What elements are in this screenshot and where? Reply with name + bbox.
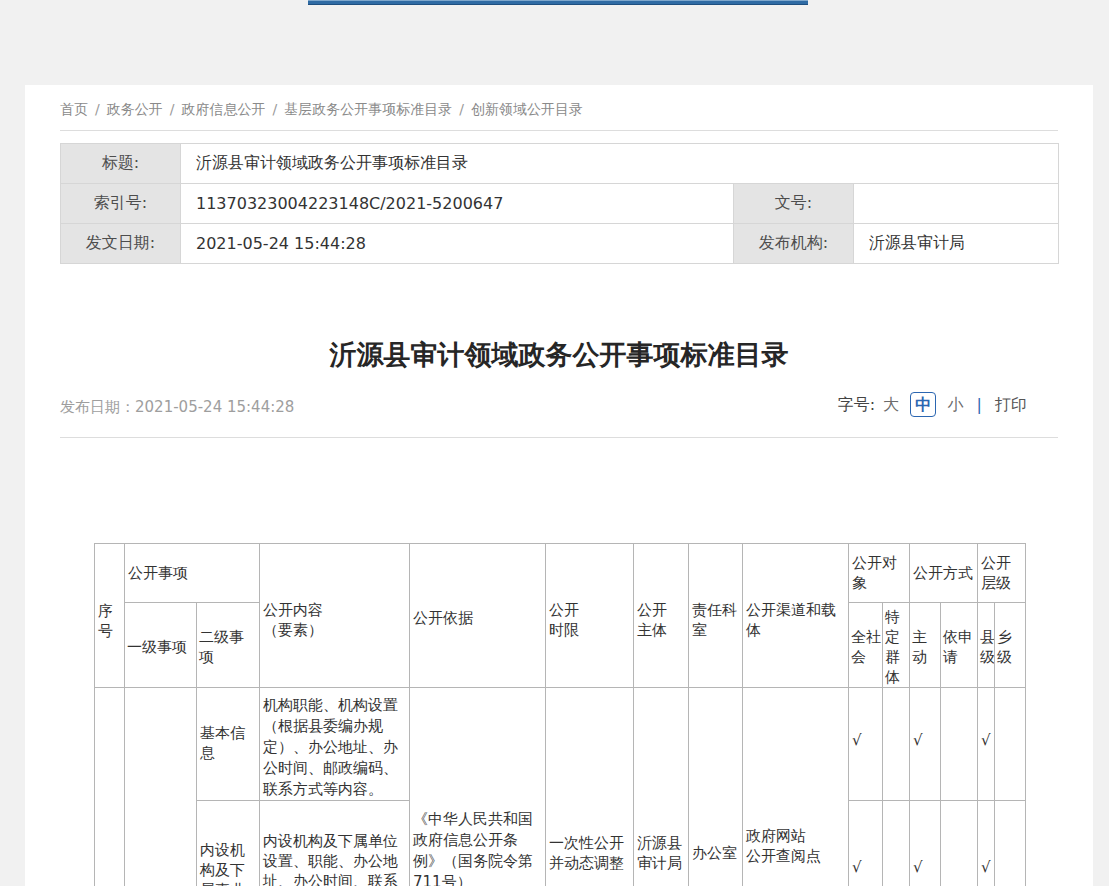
meta-row-index: 索引号: 11370323004223148C/2021-5200647 文号: xyxy=(61,184,1059,224)
cell-yishenqing-2 xyxy=(941,801,978,886)
meta-agency-label: 发布机构: xyxy=(734,224,854,264)
cell-teding-2 xyxy=(883,801,910,886)
meta-index-value: 11370323004223148C/2021-5200647 xyxy=(181,184,734,224)
breadcrumb-separator: / xyxy=(459,101,464,117)
meta-row-title: 标题: 沂源县审计领域政务公开事项标准目录 xyxy=(61,144,1059,184)
cell-erji-2: 内设机 构及下 属事业 单位 xyxy=(197,801,260,886)
th-quanshehui: 全社 会 xyxy=(849,603,883,688)
meta-index-label: 索引号: xyxy=(61,184,181,224)
breadcrumb: 首页 / 政务公开 / 政府信息公开 / 基层政务公开事项标准目录 / 创新领域公开目录 xyxy=(60,101,583,119)
meta-docno-value xyxy=(854,184,1059,224)
cell-yishenqing-1 xyxy=(941,688,978,801)
th-xuhao: 序 号 xyxy=(95,544,125,688)
th-zhuti: 公开 主体 xyxy=(634,544,689,688)
th-neirong: 公开内容 （要素） xyxy=(260,544,410,688)
th-shixian: 公开 时限 xyxy=(546,544,634,688)
cell-xuhao xyxy=(95,688,125,886)
th-zhudong: 主 动 xyxy=(910,603,941,688)
cell-neirong-2: 内设机构及下属单位 设置、职能、办公地 址、办公时间、联系 方式、负责人姓名等 xyxy=(260,801,410,886)
cell-xiangji-2 xyxy=(995,801,1026,886)
print-button[interactable]: 打印 xyxy=(995,395,1027,414)
font-medium-button[interactable]: 中 xyxy=(910,392,936,417)
th-keshi: 责任科 室 xyxy=(689,544,743,688)
top-nav-bar-fragment xyxy=(308,0,808,5)
font-size-label: 字号: xyxy=(838,395,875,414)
cell-erji-1: 基本信 息 xyxy=(197,688,260,801)
cell-xianji-2: √ xyxy=(978,801,995,886)
page-title: 沂源县审计领域政务公开事项标准目录 xyxy=(25,337,1093,373)
cell-zhudong-2: √ xyxy=(910,801,941,886)
th-yishenqing: 依申 请 xyxy=(941,603,978,688)
cell-yiji xyxy=(125,688,197,886)
breadcrumb-divider xyxy=(60,130,1058,131)
breadcrumb-separator: / xyxy=(170,101,175,117)
meta-agency-value: 沂源县审计局 xyxy=(854,224,1059,264)
catalog-table: 序 号 公开事项 公开内容 （要素） 公开依据 公开 时限 公开 主体 责任科 … xyxy=(94,543,1026,886)
publish-date: 发布日期：2021-05-24 15:44:28 xyxy=(60,398,294,417)
breadcrumb-item-zhengwu[interactable]: 政务公开 xyxy=(107,101,163,117)
th-qudao: 公开渠道和载 体 xyxy=(743,544,849,688)
meta-title-value: 沂源县审计领域政务公开事项标准目录 xyxy=(181,144,1059,184)
th-cengji: 公开 层级 xyxy=(978,544,1026,603)
th-duixiang: 公开对 象 xyxy=(849,544,910,603)
breadcrumb-item-chuangxin[interactable]: 创新领域公开目录 xyxy=(471,101,583,117)
breadcrumb-item-home[interactable]: 首页 xyxy=(60,101,88,117)
meta-title-label: 标题: xyxy=(61,144,181,184)
meta-date-label: 发文日期: xyxy=(61,224,181,264)
breadcrumb-separator: / xyxy=(95,101,100,117)
catalog-row-1: 基本信 息 机构职能、机构设置 （根据县委编办规 定）、办公地址、办 公时间、邮… xyxy=(95,688,1026,801)
cell-teding-1 xyxy=(883,688,910,801)
cell-quanshehui-1: √ xyxy=(849,688,883,801)
cell-neirong-1: 机构职能、机构设置 （根据县委编办规 定）、办公地址、办 公时间、邮政编码、 联… xyxy=(260,688,410,801)
meta-date-value: 2021-05-24 15:44:28 xyxy=(181,224,734,264)
publish-date-label: 发布日期： xyxy=(60,398,135,416)
cell-zhuti: 沂源县 审计局 xyxy=(634,688,689,886)
cell-shixian: 一次性公开 并动态调整 xyxy=(546,688,634,886)
cell-quanshehui-2: √ xyxy=(849,801,883,886)
font-large-button[interactable]: 大 xyxy=(883,395,899,414)
title-divider xyxy=(60,437,1058,438)
content-panel: 首页 / 政务公开 / 政府信息公开 / 基层政务公开事项标准目录 / 创新领域公开目录 标题:… xyxy=(25,85,1093,886)
catalog-header-row-1: 序 号 公开事项 公开内容 （要素） 公开依据 公开 时限 公开 主体 责任科 … xyxy=(95,544,1026,603)
breadcrumb-item-xinxi[interactable]: 政府信息公开 xyxy=(181,101,265,117)
th-xiangji: 乡 级 xyxy=(995,603,1026,688)
th-fangshi: 公开方式 xyxy=(910,544,978,603)
font-small-button[interactable]: 小 xyxy=(947,395,963,414)
cell-xiangji-1 xyxy=(995,688,1026,801)
breadcrumb-separator: / xyxy=(272,101,277,117)
cell-yiju: 《中华人民共和国 政府信息公开条 例》（国务院令第 711号） xyxy=(410,688,546,886)
th-shixiang: 公开事项 xyxy=(125,544,260,603)
document-meta-table: 标题: 沂源县审计领域政务公开事项标准目录 索引号: 1137032300422… xyxy=(60,143,1059,264)
cell-keshi: 办公室 xyxy=(689,688,743,886)
controls-separator: | xyxy=(977,395,982,414)
th-yiju: 公开依据 xyxy=(410,544,546,688)
breadcrumb-item-jiceng[interactable]: 基层政务公开事项标准目录 xyxy=(284,101,452,117)
cell-qudao: 政府网站 公开查阅点 xyxy=(743,688,849,886)
th-teding: 特 定 群 体 xyxy=(883,603,910,688)
meta-row-date: 发文日期: 2021-05-24 15:44:28 发布机构: 沂源县审计局 xyxy=(61,224,1059,264)
th-xianji: 县 级 xyxy=(978,603,995,688)
th-erji: 二级事 项 xyxy=(197,603,260,688)
th-yiji: 一级事项 xyxy=(125,603,197,688)
cell-zhudong-1: √ xyxy=(910,688,941,801)
meta-docno-label: 文号: xyxy=(734,184,854,224)
publish-date-value: 2021-05-24 15:44:28 xyxy=(135,398,294,416)
cell-xianji-1: √ xyxy=(978,688,995,801)
font-size-controls: 字号: 大 中 小 | 打印 xyxy=(838,395,1027,416)
